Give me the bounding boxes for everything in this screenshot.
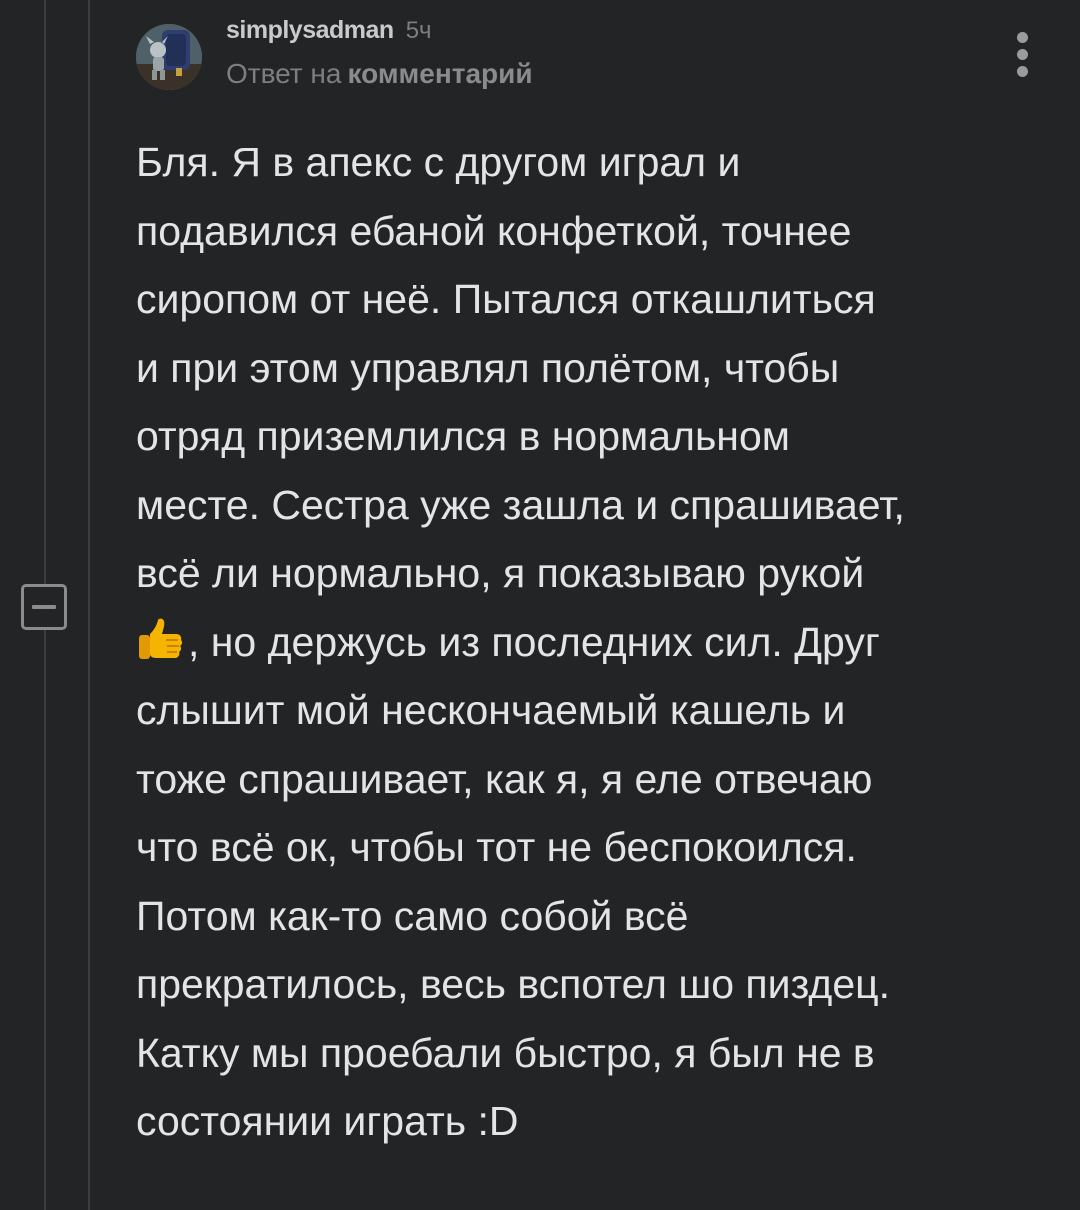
more-vertical-icon-dot (1017, 49, 1028, 60)
collapse-thread-button[interactable] (21, 584, 67, 630)
avatar-image (136, 24, 202, 90)
thread-line-inner (88, 0, 90, 1210)
comment-body: Бля. Я в апекс с другом играл и подавилс… (136, 128, 1056, 1156)
reply-prefix: Ответ на (226, 58, 342, 89)
minus-icon (32, 605, 56, 609)
comment-body-part-2: , но держусь из последних сил. Друг слыш… (136, 618, 891, 1145)
comment-body-part-1: Бля. Я в апекс с другом играл и подавилс… (136, 139, 905, 596)
author-username[interactable]: simplysadman (226, 16, 394, 45)
more-vertical-icon (1017, 32, 1028, 43)
more-options-button[interactable] (1006, 30, 1040, 80)
comment-header: simplysadman 5ч Ответ на комментарий (226, 16, 533, 90)
reply-info: Ответ на комментарий (226, 58, 533, 90)
comment-time: 5ч (405, 17, 432, 44)
more-vertical-icon-dot (1017, 66, 1028, 77)
reply-parent-link[interactable]: комментарий (347, 58, 532, 89)
thumbs-up-icon (139, 618, 183, 659)
avatar[interactable] (136, 24, 202, 90)
